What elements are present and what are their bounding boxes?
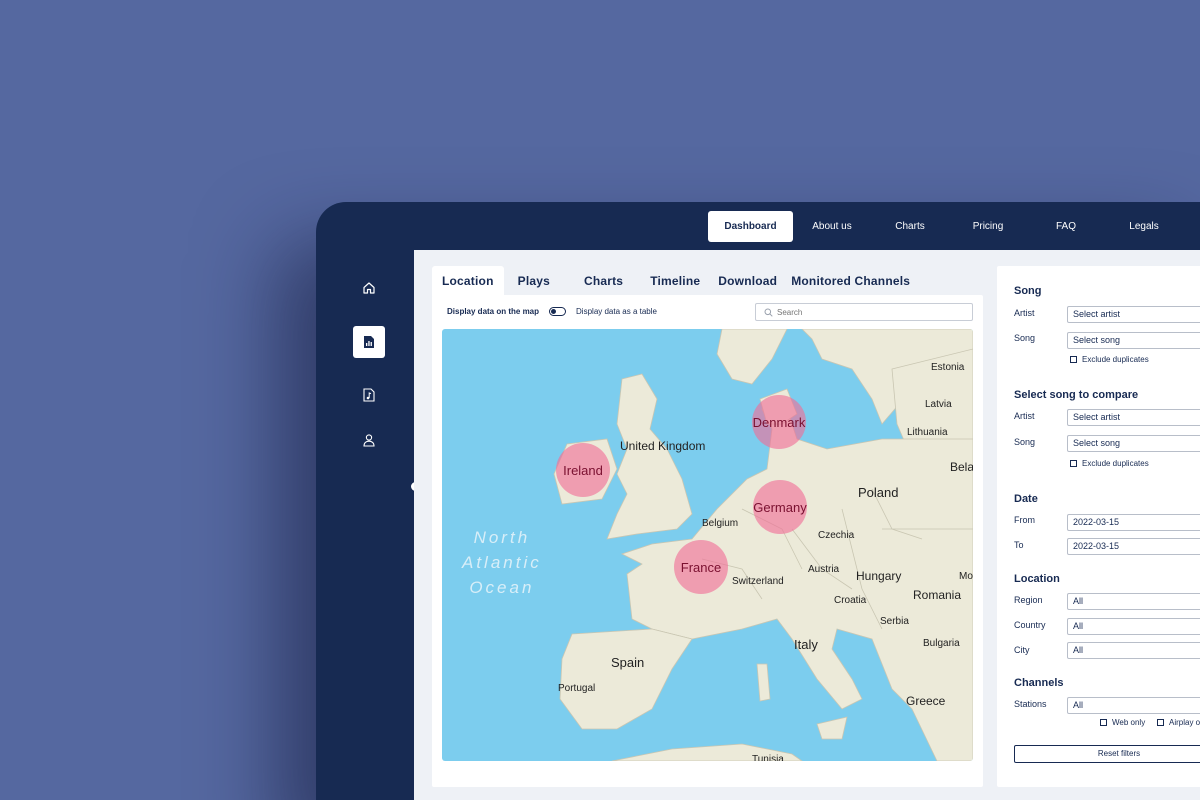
region-select[interactable]: All bbox=[1067, 593, 1200, 610]
country-label: Tunisia bbox=[752, 754, 784, 761]
country-label: Italy bbox=[794, 637, 818, 652]
airplay-checkbox[interactable] bbox=[1157, 719, 1164, 726]
bubble-germany[interactable]: Germany bbox=[753, 480, 807, 534]
compare-section-title: Select song to compare bbox=[1014, 389, 1139, 401]
search-input[interactable] bbox=[777, 307, 967, 317]
country-label: Bela bbox=[950, 460, 973, 474]
tab-charts[interactable]: Charts bbox=[568, 266, 633, 296]
bubble-ireland[interactable]: Ireland bbox=[556, 443, 610, 497]
web-only-checkbox[interactable] bbox=[1100, 719, 1107, 726]
nav-dashboard[interactable]: Dashboard bbox=[708, 211, 793, 242]
country-label: Serbia bbox=[880, 616, 909, 627]
search-icon bbox=[764, 308, 773, 317]
compare-artist-label: Artist bbox=[1014, 411, 1035, 421]
exclude-duplicates-row[interactable]: Exclude duplicates bbox=[1070, 355, 1149, 364]
compare-exclude-duplicates-checkbox[interactable] bbox=[1070, 460, 1077, 467]
tab-bar: Location Plays Charts Timeline Download … bbox=[432, 266, 920, 296]
tab-download[interactable]: Download bbox=[710, 266, 781, 296]
filter-panel: Song Artist Select artist Song Select so… bbox=[997, 266, 1200, 787]
nav-about-us[interactable]: About us bbox=[793, 211, 871, 242]
country-label: Portugal bbox=[558, 683, 596, 694]
ocean-label: North Atlantic Ocean bbox=[462, 528, 542, 597]
nav-faq[interactable]: FAQ bbox=[1027, 211, 1105, 242]
region-label: Region bbox=[1014, 595, 1043, 605]
artist-select[interactable]: Select artist bbox=[1067, 306, 1200, 323]
bubble-france[interactable]: France bbox=[674, 540, 728, 594]
compare-artist-select[interactable]: Select artist bbox=[1067, 409, 1200, 426]
app-window: Dashboard About us Charts Pricing FAQ Le… bbox=[316, 202, 1200, 800]
home-icon bbox=[363, 282, 375, 294]
stations-select[interactable]: All bbox=[1067, 697, 1200, 714]
web-only-row[interactable]: Web only bbox=[1100, 718, 1145, 727]
country-label: Greece bbox=[906, 694, 946, 708]
search-box bbox=[755, 303, 973, 321]
city-label: City bbox=[1014, 645, 1030, 655]
date-section-title: Date bbox=[1014, 493, 1038, 505]
country-label: Romania bbox=[913, 588, 962, 602]
exclude-duplicates-label: Exclude duplicates bbox=[1082, 355, 1149, 364]
user-icon bbox=[363, 434, 375, 447]
top-navigation: Dashboard About us Charts Pricing FAQ Le… bbox=[708, 211, 1183, 243]
tab-monitored-channels[interactable]: Monitored Channels bbox=[781, 266, 920, 296]
table-view-label: Display data as a table bbox=[576, 307, 657, 316]
date-from-input[interactable]: 2022-03-15 bbox=[1067, 514, 1200, 531]
country-label: United Kingdom bbox=[620, 439, 706, 453]
map-view-label: Display data on the map bbox=[447, 307, 540, 316]
city-select[interactable]: All bbox=[1067, 642, 1200, 659]
tab-plays[interactable]: Plays bbox=[504, 266, 568, 296]
sidebar-item-home[interactable] bbox=[353, 272, 385, 304]
country-select[interactable]: All bbox=[1067, 618, 1200, 635]
sidebar-item-reports[interactable] bbox=[353, 326, 385, 358]
sidebar-item-music[interactable] bbox=[353, 379, 385, 411]
song-select[interactable]: Select song bbox=[1067, 332, 1200, 349]
airplay-row[interactable]: Airplay o bbox=[1157, 718, 1200, 727]
country-label: Hungary bbox=[856, 569, 902, 583]
tab-location[interactable]: Location bbox=[432, 266, 504, 296]
compare-exclude-duplicates-row[interactable]: Exclude duplicates bbox=[1070, 459, 1149, 468]
europe-map[interactable]: North Atlantic Ocean United Kingdom Belg… bbox=[442, 329, 973, 761]
bubble-denmark[interactable]: Denmark bbox=[752, 395, 806, 449]
exclude-duplicates-checkbox[interactable] bbox=[1070, 356, 1077, 363]
date-from-label: From bbox=[1014, 515, 1035, 525]
content-area: Location Plays Charts Timeline Download … bbox=[414, 250, 1200, 800]
country-label: Czechia bbox=[818, 530, 855, 541]
location-section-title: Location bbox=[1014, 573, 1060, 585]
web-only-label: Web only bbox=[1112, 718, 1146, 727]
country-label: Switzerland bbox=[732, 576, 784, 587]
country-filter-label: Country bbox=[1014, 620, 1046, 630]
artist-label: Artist bbox=[1014, 308, 1035, 318]
reset-filters-button[interactable]: Reset filters bbox=[1014, 745, 1200, 763]
country-label: Spain bbox=[611, 655, 645, 670]
country-label: Austria bbox=[808, 564, 840, 575]
compare-exclude-duplicates-label: Exclude duplicates bbox=[1082, 459, 1149, 468]
song-label: Song bbox=[1014, 333, 1036, 343]
channels-section-title: Channels bbox=[1014, 677, 1064, 689]
report-icon bbox=[364, 336, 374, 348]
country-label: Belgium bbox=[702, 518, 739, 529]
country-label: Croatia bbox=[834, 595, 867, 606]
compare-song-select[interactable]: Select song bbox=[1067, 435, 1200, 452]
date-to-input[interactable]: 2022-03-15 bbox=[1067, 538, 1200, 555]
nav-legals[interactable]: Legals bbox=[1105, 211, 1183, 242]
music-file-icon bbox=[363, 388, 375, 402]
song-section-title: Song bbox=[1014, 285, 1042, 297]
country-label: Bulgaria bbox=[923, 638, 960, 649]
nav-pricing[interactable]: Pricing bbox=[949, 211, 1027, 242]
country-label: Poland bbox=[858, 485, 899, 500]
sidebar-item-profile[interactable] bbox=[353, 424, 385, 456]
compare-song-label: Song bbox=[1014, 437, 1036, 447]
country-label: Estonia bbox=[931, 362, 965, 373]
view-switch[interactable] bbox=[549, 307, 567, 316]
view-toggle: Display data on the map Display data as … bbox=[447, 307, 657, 316]
airplay-label: Airplay o bbox=[1169, 718, 1200, 727]
country-label: Lithuania bbox=[907, 427, 948, 438]
tab-timeline[interactable]: Timeline bbox=[633, 266, 710, 296]
map-card: Display data on the map Display data as … bbox=[432, 295, 983, 787]
nav-charts[interactable]: Charts bbox=[871, 211, 949, 242]
stations-label: Stations bbox=[1014, 699, 1047, 709]
country-label: Mo bbox=[959, 571, 973, 582]
country-label: Latvia bbox=[925, 399, 952, 410]
date-to-label: To bbox=[1014, 540, 1024, 550]
